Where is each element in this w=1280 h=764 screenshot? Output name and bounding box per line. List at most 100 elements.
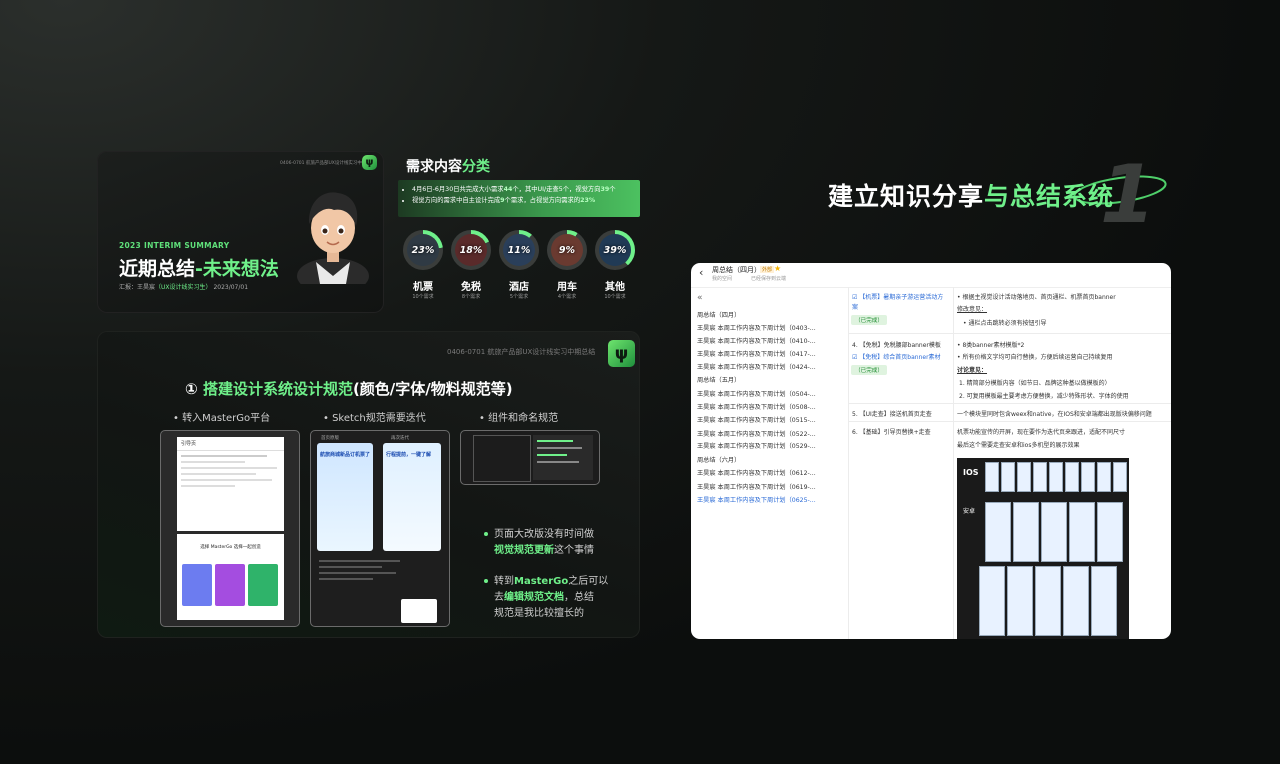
doc-space[interactable]: 我的空间 bbox=[712, 275, 732, 282]
task-dutyfree-banner[interactable]: 4. 【免税】免税腰部banner模板 bbox=[852, 340, 941, 349]
device-preview bbox=[1113, 462, 1127, 492]
weekly-summary-doc: ‹ 周总结（四月） 外部 ★ 我的空间 已经保存到云端 « 周总结（四月） 王昊宸… bbox=[691, 263, 1171, 639]
device-preview bbox=[1049, 462, 1063, 492]
brand-logo-icon: ψ bbox=[362, 155, 377, 170]
category-ring-0: 23% bbox=[403, 230, 443, 270]
toc-item[interactable]: 王昊宸 本周工作内容及下周计划（0529-... bbox=[697, 441, 816, 450]
summary-cover-card: 0406-0701 航旅产品部UX设计线实习中期总结 ψ 2023 INTERI… bbox=[97, 151, 384, 313]
toc-item[interactable]: 王昊宸 本周工作内容及下周计划（0424-... bbox=[697, 362, 816, 371]
requirements-bullet-2: 视觉方向的需求中自主设计完成9个需求，占视觉方向需求的23% bbox=[412, 195, 640, 206]
card2-small-note: 0406-0701 航旅产品部UX设计线实习中期总结 bbox=[447, 348, 596, 356]
requirements-bullet-1: 4月6日-6月30日共完成大小需求44个，其中UI/走查5个，视觉方向39个 bbox=[412, 184, 640, 195]
cover-year-label: 2023 INTERIM SUMMARY bbox=[119, 241, 230, 250]
category-count: 8个需求 bbox=[461, 294, 481, 300]
toc-item[interactable]: 王昊宸 本周工作内容及下周计划（0410-... bbox=[697, 336, 816, 345]
guide-page-doc: 引导页 bbox=[177, 437, 284, 531]
doc-title: 周总结（四月） bbox=[712, 266, 761, 274]
note-weex-native: 一个模块里同时包含weex和native，在IOS和安卓端都出现版块偏移问题 bbox=[957, 411, 1152, 418]
requirements-title: 需求内容分类 bbox=[406, 159, 490, 175]
device-preview bbox=[1017, 462, 1031, 492]
sketch-tab-iterate: 再次迭代 bbox=[391, 436, 409, 441]
toc-item[interactable]: 王昊宸 本周工作内容及下周计划（0522-... bbox=[697, 429, 816, 438]
category-label: 用车 bbox=[557, 282, 577, 293]
category-percent: 39% bbox=[603, 244, 627, 256]
category-ring-3: 9% bbox=[547, 230, 587, 270]
toc-item[interactable]: 周总结（四月） bbox=[697, 310, 740, 319]
category-ring-2: 11% bbox=[499, 230, 539, 270]
toc-item[interactable]: 王昊宸 本周工作内容及下周计划（0625-... bbox=[697, 495, 816, 504]
doc-tag: 外部 bbox=[760, 266, 775, 273]
category-count: 4个需求 bbox=[557, 294, 577, 300]
sketch-tab-original: 首页原版 bbox=[321, 436, 339, 441]
toc-item[interactable]: 王昊宸 本周工作内容及下周计划（0417-... bbox=[697, 349, 816, 358]
task-ui-review[interactable]: 5. 【UI走查】接送机首页走查 bbox=[852, 409, 932, 418]
device-preview bbox=[985, 502, 1011, 562]
toc-item[interactable]: 王昊宸 本周工作内容及下周计划（0403-... bbox=[697, 323, 816, 332]
components-screenshot bbox=[460, 430, 600, 485]
ios-label: IOS bbox=[963, 468, 979, 477]
category-ring-4: 39% bbox=[595, 230, 635, 270]
brand-logo-icon: ψ bbox=[608, 340, 635, 367]
mastergo-welcome: 选择 MasterGo 选择一起创造 bbox=[177, 534, 284, 620]
note-revision-label: 修改意见： bbox=[957, 306, 988, 313]
toc-item[interactable]: 王昊宸 本周工作内容及下周计划（0504-... bbox=[697, 389, 816, 398]
device-preview bbox=[1035, 566, 1061, 636]
android-label: 安卓 bbox=[963, 508, 976, 515]
toc-item[interactable]: 周总结（六月） bbox=[697, 455, 740, 464]
device-preview bbox=[1041, 502, 1067, 562]
back-icon[interactable]: ‹ bbox=[699, 266, 703, 279]
device-preview bbox=[1065, 462, 1079, 492]
task-guide-page[interactable]: 6. 【基础】引导页替换+走查 bbox=[852, 427, 931, 436]
note-reuse: 2. 可复用模板最主要考虑方便替换，减少特殊形状、字体的使用 bbox=[959, 393, 1129, 400]
device-preview bbox=[1091, 566, 1117, 636]
device-preview bbox=[985, 462, 999, 492]
sub-heading-components: • 组件和命名规范 bbox=[479, 413, 559, 424]
note-splash: 机票功能宣传的开屏，现在要作为迭代页来跟进，适配不同尺寸 bbox=[957, 429, 1126, 436]
knowledge-system-title: 建立知识分享与总结系统 bbox=[828, 182, 1115, 211]
guide-page-header: 引导页 bbox=[177, 437, 284, 451]
device-preview bbox=[1097, 502, 1123, 562]
note-mastergo: 转到MasterGo之后可以 去编辑规范文档，总结 规范是我比较擅长的 bbox=[484, 574, 608, 622]
category-percent: 23% bbox=[411, 244, 435, 256]
sketch-phone-iterate: 行程提前，一键了解 bbox=[383, 443, 441, 551]
status-done-2: （已完成） bbox=[851, 365, 887, 375]
note-banner-guide: • 通栏点击跳转必须有按钮引导 bbox=[963, 320, 1047, 327]
sub-heading-mastergo: • 转入MasterGo平台 bbox=[173, 413, 271, 424]
note-discussion-label: 讨论意见： bbox=[957, 367, 988, 374]
note-price-text: • 所有价格文字均可自行替换，方便后续运营自己持续复用 bbox=[957, 354, 1113, 361]
note-banner-templates: • 8类banner素材模版*2 bbox=[957, 342, 1025, 349]
toc-item[interactable]: 王昊宸 本周工作内容及下周计划（0508-... bbox=[697, 402, 816, 411]
category-label: 免税 bbox=[461, 282, 481, 293]
task-dutyfree-material[interactable]: ☑ 【免税】综合首页banner素材 bbox=[852, 352, 941, 361]
sketch-phone-original: 航旅商城新品订机票了 bbox=[317, 443, 373, 551]
category-percent: 18% bbox=[459, 244, 483, 256]
device-preview bbox=[1069, 502, 1095, 562]
device-preview bbox=[1081, 462, 1095, 492]
toc-item[interactable]: 周总结（五月） bbox=[697, 375, 740, 384]
category-count: 10个需求 bbox=[604, 294, 626, 300]
collapse-toc-icon[interactable]: « bbox=[697, 293, 703, 303]
device-preview bbox=[1013, 502, 1039, 562]
device-preview bbox=[1007, 566, 1033, 636]
category-percent: 9% bbox=[558, 244, 576, 256]
star-icon[interactable]: ★ bbox=[774, 264, 781, 273]
note-simplify: 1. 精简部分模版内容（如节日、品牌这种基以做模板的） bbox=[959, 380, 1111, 387]
toc-item[interactable]: 王昊宸 本周工作内容及下周计划（0515-... bbox=[697, 415, 816, 424]
category-label: 其他 bbox=[605, 282, 625, 293]
cover-reporter: 汇报：王昊宸（UX设计线实习生） 2023/07/01 bbox=[119, 284, 249, 291]
cover-title: 近期总结-未来想法 bbox=[119, 258, 279, 280]
device-preview bbox=[1063, 566, 1089, 636]
design-system-card: 0406-0701 航旅产品部UX设计线实习中期总结 ψ ① 搭建设计系统设计规… bbox=[97, 331, 640, 638]
status-done-1: （已完成） bbox=[851, 315, 887, 325]
doc-header: ‹ 周总结（四月） 外部 ★ 我的空间 已经保存到云端 bbox=[691, 263, 1171, 288]
toc-item[interactable]: 王昊宸 本周工作内容及下周计划（0612-... bbox=[697, 468, 816, 477]
note-no-time: 页面大改版没有时间做 视觉规范更新这个事情 bbox=[484, 527, 594, 559]
requirements-summary-box: 4月6日-6月30日共完成大小需求44个，其中UI/走查5个，视觉方向39个 视… bbox=[398, 180, 640, 217]
toc-item[interactable]: 王昊宸 本周工作内容及下周计划（0619-... bbox=[697, 482, 816, 491]
task-airfare[interactable]: ☑ 【机票】暑期亲子游运营活动方 bbox=[852, 292, 943, 301]
sub-heading-sketch: • Sketch规范需要迭代 bbox=[323, 413, 426, 424]
category-count: 5个需求 bbox=[509, 294, 529, 300]
note-main-visual: • 根据主视觉设计活动落地页、首页通栏、机票首页banner bbox=[957, 294, 1116, 301]
mastergo-welcome-title: 选择 MasterGo 选择一起创造 bbox=[200, 545, 261, 550]
design-system-heading: ① 搭建设计系统设计规范(颜色/字体/物料规范等) bbox=[185, 380, 513, 398]
